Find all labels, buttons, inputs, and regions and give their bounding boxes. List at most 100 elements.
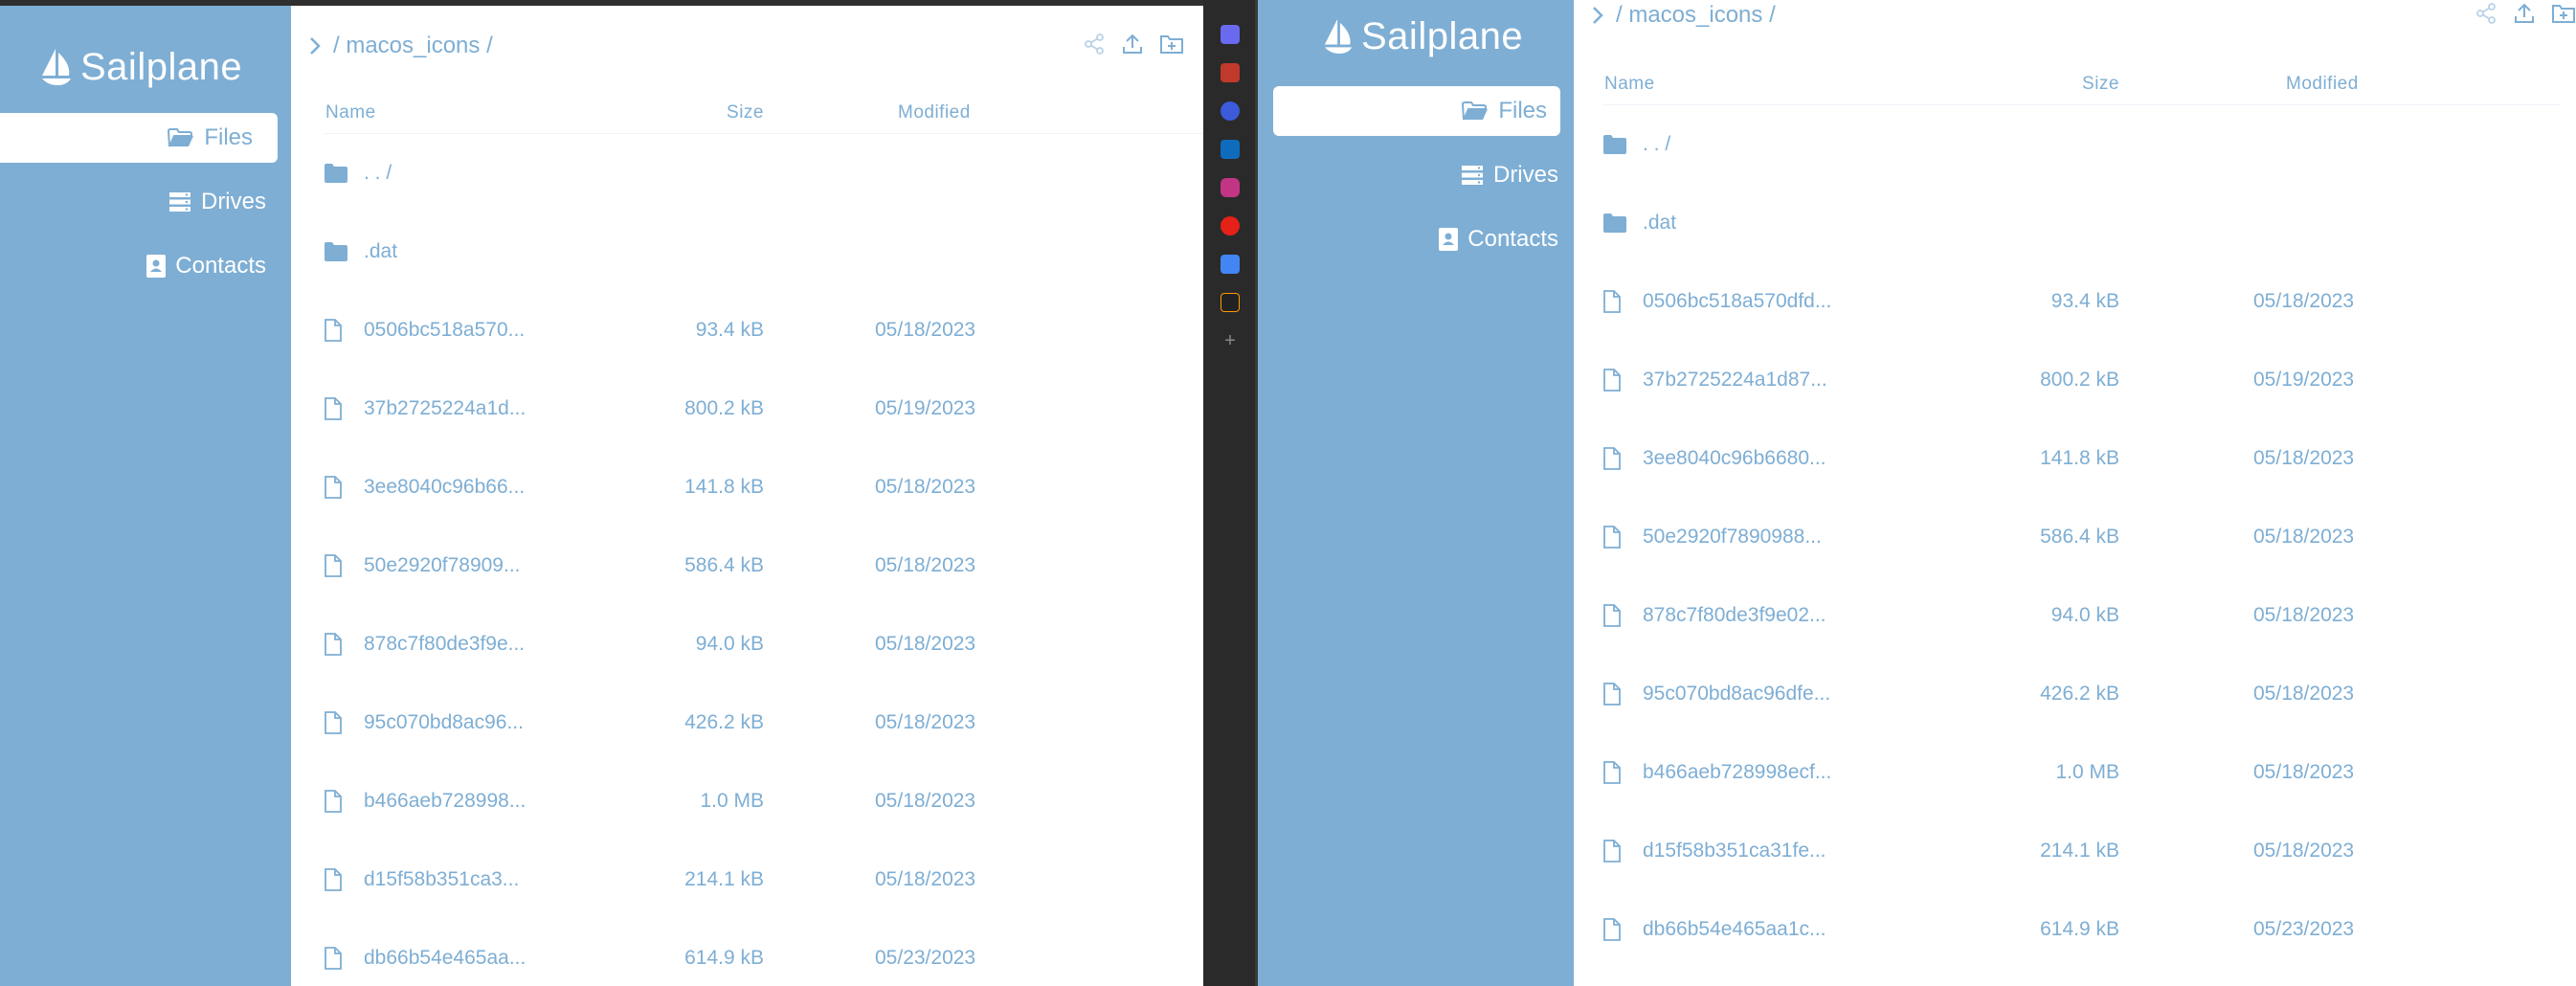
- file-row[interactable]: b466aeb728998... 1.0 MB 05/18/2023: [324, 762, 1203, 840]
- file-row[interactable]: d15f58b351ca3... 214.1 kB 05/18/2023: [324, 840, 1203, 919]
- app-logo[interactable]: Sailplane: [1323, 15, 1523, 58]
- docs-icon[interactable]: [1221, 255, 1240, 274]
- file-name: 0506bc518a570dfd...: [1643, 290, 1832, 312]
- folder-row[interactable]: . . /: [324, 134, 1203, 213]
- file-name: b466aeb728998ecf...: [1643, 761, 1832, 783]
- breadcrumb[interactable]: / macos_icons /: [308, 33, 493, 59]
- column-header-size[interactable]: Size: [1966, 74, 2119, 95]
- file-row[interactable]: 0506bc518a570... 93.4 kB 05/18/2023: [324, 291, 1203, 370]
- file-row[interactable]: 3ee8040c96b6680... 141.8 kB 05/18/2023: [1602, 419, 2560, 498]
- file-modified: 05/18/2023: [2253, 761, 2355, 783]
- column-header-modified[interactable]: Modified: [764, 102, 971, 123]
- copilot-icon[interactable]: [1221, 101, 1240, 121]
- upload-icon[interactable]: [2513, 2, 2536, 25]
- file-row[interactable]: 50e2920f78909... 586.4 kB 05/18/2023: [324, 527, 1203, 605]
- file-size: 141.8 kB: [684, 476, 764, 498]
- amazon-icon[interactable]: [1221, 293, 1240, 312]
- file-modified: 05/18/2023: [875, 554, 976, 576]
- sidebar-item-contacts[interactable]: Contacts: [0, 241, 291, 291]
- file-icon: [1602, 447, 1643, 470]
- file-row[interactable]: 95c070bd8ac96... 426.2 kB 05/18/2023: [324, 683, 1203, 762]
- file-name-cell: 3ee8040c96b6680...: [1602, 447, 1966, 470]
- file-modified: 05/18/2023: [875, 319, 976, 341]
- file-row[interactable]: 878c7f80de3f9e02... 94.0 kB 05/18/2023: [1602, 576, 2560, 655]
- side-dock: +: [1203, 0, 1258, 986]
- file-modified: 05/18/2023: [2253, 526, 2355, 548]
- folder-open-icon: [1462, 101, 1489, 122]
- current-path: / macos_icons /: [333, 33, 493, 58]
- file-row[interactable]: 37b2725224a1d87... 800.2 kB 05/19/2023: [1602, 341, 2560, 419]
- app-logo[interactable]: Sailplane: [40, 46, 242, 89]
- instagram-icon[interactable]: [1221, 178, 1240, 197]
- file-row[interactable]: 37b2725224a1d... 800.2 kB 05/19/2023: [324, 370, 1203, 448]
- file-row[interactable]: 3ee8040c96b66... 141.8 kB 05/18/2023: [324, 448, 1203, 527]
- file-icon: [1602, 526, 1643, 549]
- chevron-right-icon[interactable]: [1591, 5, 1604, 26]
- new-folder-icon[interactable]: [2551, 2, 2576, 25]
- file-modified: 05/18/2023: [875, 790, 976, 812]
- file-name-cell: d15f58b351ca3...: [324, 868, 649, 891]
- sidebar-item-drives[interactable]: Drives: [0, 177, 291, 227]
- sidebar-item-drives[interactable]: Drives: [1258, 150, 1574, 200]
- column-header-modified[interactable]: Modified: [2119, 74, 2359, 95]
- file-row[interactable]: db66b54e465aa... 614.9 kB 05/23/2023: [324, 919, 1203, 986]
- sidebar-nav: Files Drives Contacts: [0, 113, 291, 305]
- sidebar-item-label: Files: [204, 124, 253, 150]
- sidebar-item-files[interactable]: Files: [0, 113, 278, 163]
- folder-row[interactable]: .dat: [324, 213, 1203, 291]
- chevron-right-icon[interactable]: [308, 35, 322, 56]
- file-name-cell: 95c070bd8ac96dfe...: [1602, 683, 1966, 706]
- file-size: 614.9 kB: [2040, 918, 2119, 940]
- file-row[interactable]: 878c7f80de3f9e... 94.0 kB 05/18/2023: [324, 605, 1203, 683]
- file-name: 95c070bd8ac96dfe...: [1643, 683, 1831, 705]
- add-icon[interactable]: +: [1221, 330, 1240, 351]
- file-name-cell: 0506bc518a570dfd...: [1602, 290, 1966, 313]
- sidebar: Sailplane Files Drives Contacts: [1258, 0, 1574, 986]
- file-modified: 05/18/2023: [875, 711, 976, 733]
- tag-icon[interactable]: [1221, 25, 1240, 44]
- toolbox-icon[interactable]: [1221, 63, 1240, 82]
- file-name-cell: b466aeb728998...: [324, 790, 649, 813]
- left-window: Sailplane Files Drives Contacts / macos_…: [0, 6, 1203, 986]
- sailboat-icon: [42, 48, 71, 85]
- sidebar-item-label: Contacts: [175, 253, 266, 279]
- file-name-cell: b466aeb728998ecf...: [1602, 761, 1966, 784]
- file-row[interactable]: db66b54e465aa1c... 614.9 kB 05/23/2023: [1602, 890, 2560, 969]
- app-name: Sailplane: [80, 46, 243, 88]
- breadcrumb[interactable]: / macos_icons /: [1591, 2, 1776, 29]
- folder-row[interactable]: . . /: [1602, 105, 2560, 184]
- file-icon: [324, 947, 364, 970]
- upload-icon[interactable]: [1121, 33, 1144, 56]
- new-folder-icon[interactable]: [1159, 33, 1184, 56]
- file-name: b466aeb728998...: [364, 790, 526, 812]
- file-row[interactable]: 95c070bd8ac96dfe... 426.2 kB 05/18/2023: [1602, 655, 2560, 733]
- file-icon: [324, 790, 364, 813]
- file-modified: 05/18/2023: [2253, 604, 2355, 626]
- file-modified: 05/18/2023: [2253, 840, 2355, 862]
- folder-row[interactable]: .dat: [1602, 184, 2560, 262]
- sidebar-item-files[interactable]: Files: [1273, 86, 1560, 136]
- file-icon: [324, 868, 364, 891]
- file-name: 3ee8040c96b66...: [364, 476, 526, 498]
- file-row[interactable]: b466aeb728998ecf... 1.0 MB 05/18/2023: [1602, 733, 2560, 812]
- outlook-icon[interactable]: [1221, 140, 1240, 159]
- file-row[interactable]: 0506bc518a570dfd... 93.4 kB 05/18/2023: [1602, 262, 2560, 341]
- file-name: 878c7f80de3f9e...: [364, 633, 526, 655]
- file-row[interactable]: 50e2920f7890988... 586.4 kB 05/18/2023: [1602, 498, 2560, 576]
- file-name: . . /: [364, 162, 392, 184]
- share-icon[interactable]: [1083, 33, 1106, 56]
- file-row[interactable]: d15f58b351ca31fe... 214.1 kB 05/18/2023: [1602, 812, 2560, 890]
- file-size: 586.4 kB: [684, 554, 764, 576]
- column-header-name[interactable]: Name: [324, 102, 649, 123]
- file-name: 3ee8040c96b6680...: [1643, 447, 1826, 469]
- column-header-size[interactable]: Size: [649, 102, 764, 123]
- file-icon: [1602, 369, 1643, 392]
- share-icon[interactable]: [2475, 2, 2498, 25]
- file-size: 141.8 kB: [2040, 447, 2119, 469]
- sidebar-item-contacts[interactable]: Contacts: [1258, 214, 1574, 264]
- youtube-icon[interactable]: [1221, 216, 1240, 235]
- file-name: 50e2920f78909...: [364, 554, 521, 576]
- column-header-name[interactable]: Name: [1602, 74, 1966, 95]
- sidebar-item-label: Drives: [1492, 162, 1558, 188]
- folder-icon: [1602, 134, 1643, 155]
